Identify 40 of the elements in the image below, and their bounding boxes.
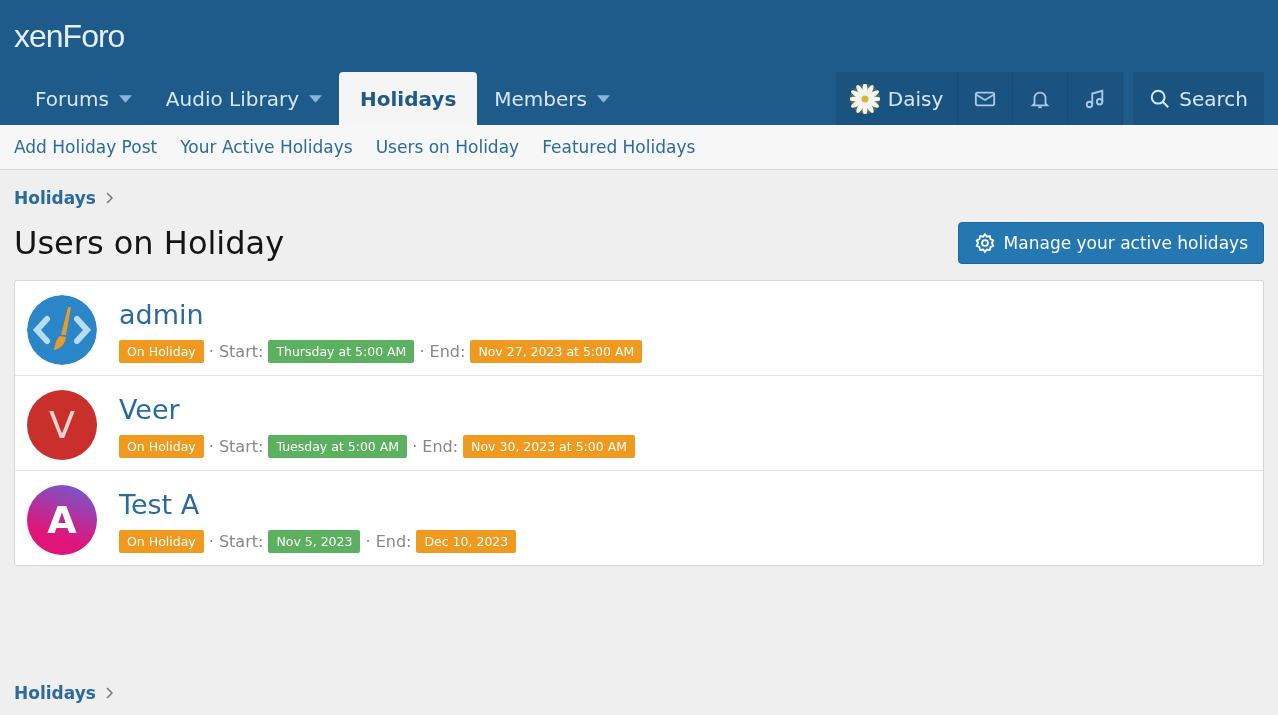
meta-label: · End: xyxy=(419,342,466,361)
meta-label: · Start: xyxy=(208,437,264,456)
username-link[interactable]: Test A xyxy=(119,489,517,520)
breadcrumb-link[interactable]: Holidays xyxy=(14,683,96,703)
status-label: Nov 5, 2023 xyxy=(268,530,361,553)
sub-nav-link[interactable]: Your Active Holidays xyxy=(180,137,353,157)
status-label: Nov 27, 2023 at 5:00 AM xyxy=(470,340,643,363)
nav-tab[interactable]: Audio Library xyxy=(148,72,339,125)
status-label: Dec 10, 2023 xyxy=(416,530,517,553)
search-icon xyxy=(1149,87,1172,110)
meta-label: · Start: xyxy=(208,532,264,551)
avatar-icon[interactable] xyxy=(27,295,97,365)
status-label: Thursday at 5:00 AM xyxy=(268,340,415,363)
search-button[interactable]: Search xyxy=(1133,72,1264,125)
avatar[interactable]: V xyxy=(27,390,97,460)
sub-nav-link[interactable]: Add Holiday Post xyxy=(14,137,158,157)
nav-tab[interactable]: Holidays xyxy=(338,72,478,125)
status-label: On Holiday xyxy=(119,530,204,553)
meta-label: · End: xyxy=(365,532,412,551)
gear-icon xyxy=(973,232,996,254)
username-link[interactable]: admin xyxy=(119,299,643,330)
site-logo[interactable]: xenForo xyxy=(14,17,125,55)
meta-label: · Start: xyxy=(208,342,264,361)
status-label: Nov 30, 2023 at 5:00 AM xyxy=(463,435,636,458)
manage-holidays-button[interactable]: Manage your active holidays xyxy=(957,222,1264,264)
nav-tab[interactable]: Forums xyxy=(18,72,149,125)
meta-label: · End: xyxy=(412,437,459,456)
status-label: Tuesday at 5:00 AM xyxy=(268,435,408,458)
username-link[interactable]: Veer xyxy=(119,394,636,425)
flower-avatar-icon xyxy=(849,83,880,114)
chevron-icon xyxy=(105,687,114,699)
nav-tab[interactable]: Members xyxy=(477,72,627,125)
sub-nav-link[interactable]: Featured Holidays xyxy=(542,137,696,157)
status-label: On Holiday xyxy=(119,340,204,363)
chevron-icon xyxy=(105,192,114,204)
status-label: On Holiday xyxy=(119,435,204,458)
avatar[interactable]: A xyxy=(27,485,97,555)
sub-nav-link[interactable]: Users on Holiday xyxy=(375,137,520,157)
breadcrumb-link[interactable]: Holidays xyxy=(14,188,96,208)
page-title: Users on Holiday xyxy=(14,224,285,262)
